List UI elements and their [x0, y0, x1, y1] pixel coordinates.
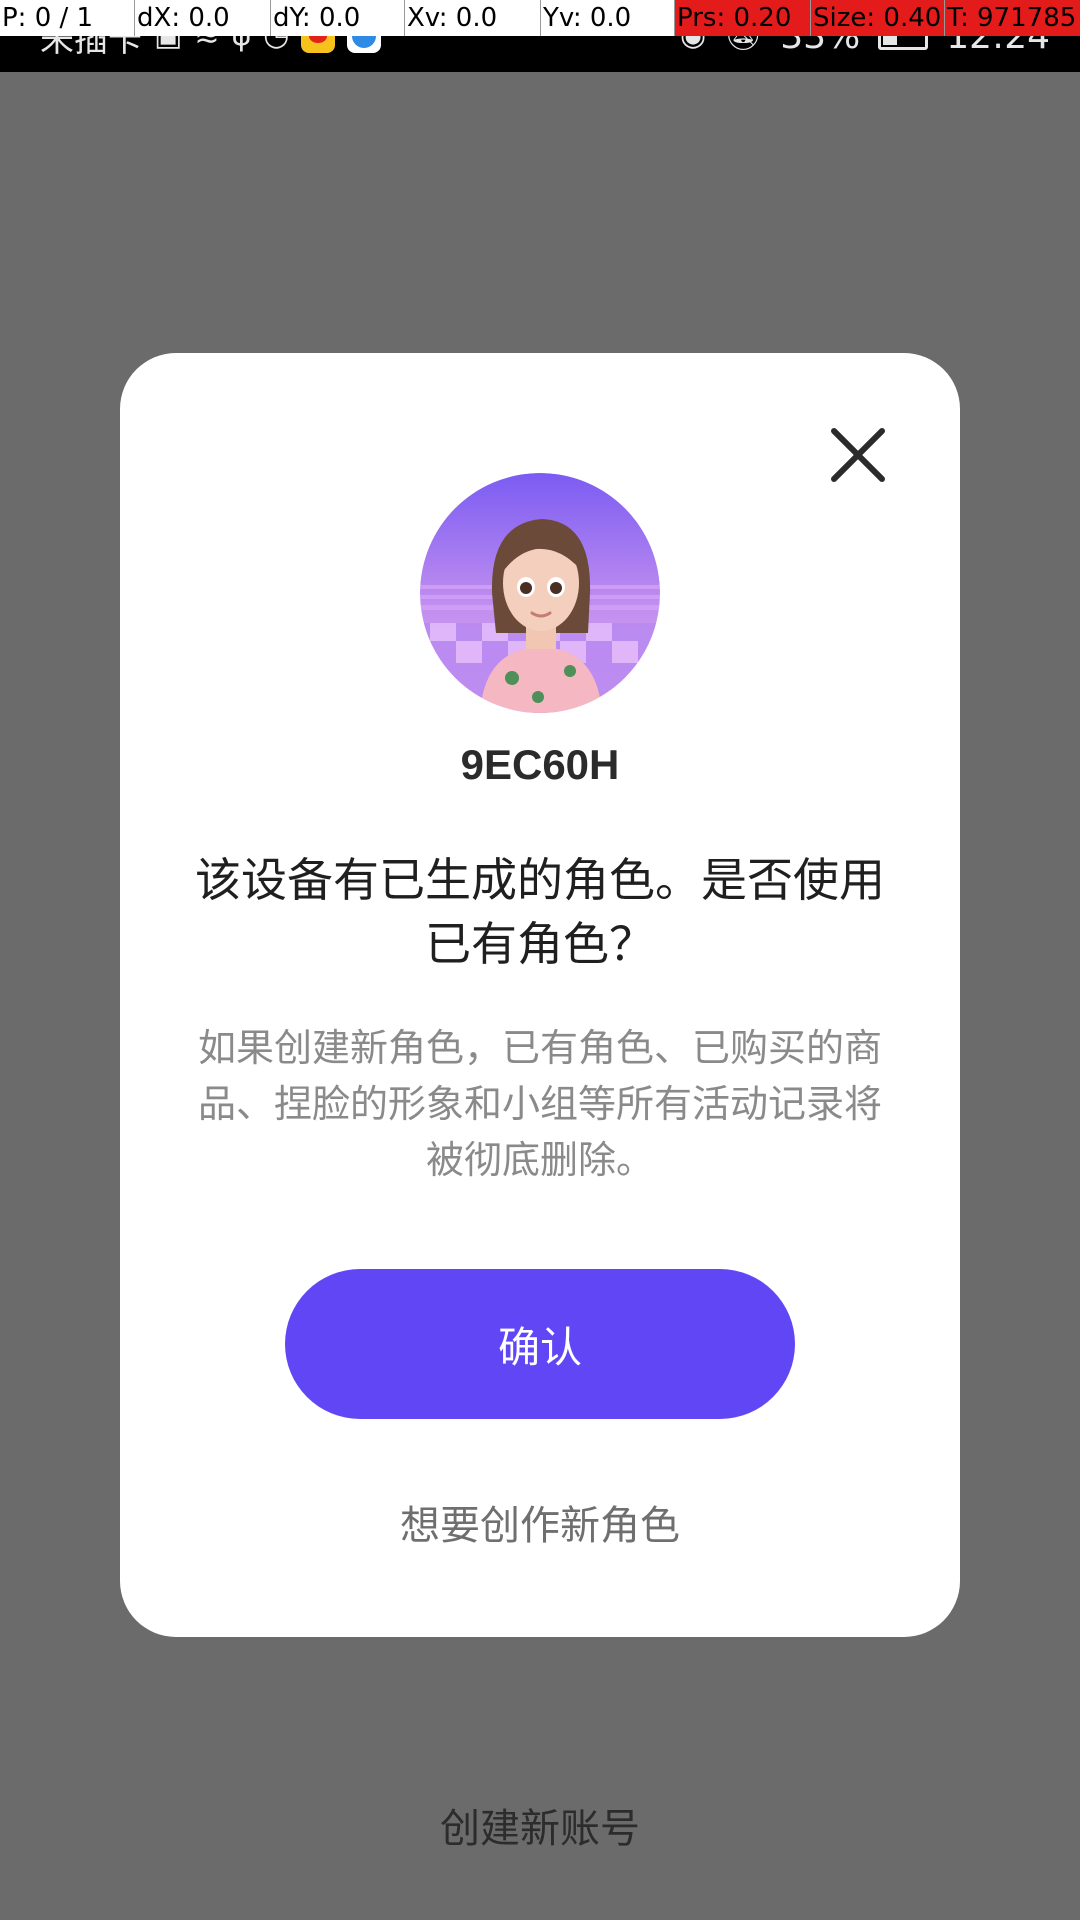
username: 9EC60H	[460, 741, 620, 788]
avatar	[420, 473, 660, 713]
dialog-description: 如果创建新角色，已有角色、已购买的商品、捏脸的形象和小组等所有活动记录将被彻底删…	[197, 1026, 882, 1182]
avatar-image	[420, 473, 660, 713]
create-new-account-link[interactable]: 创建新账号	[0, 1796, 1080, 1854]
debug-pressure: Prs: 0.20	[674, 0, 810, 36]
debug-size: Size: 0.40	[810, 0, 944, 36]
debug-pointer-count: P: 0 / 1	[0, 0, 134, 36]
close-icon	[831, 428, 885, 482]
close-button[interactable]	[818, 415, 898, 495]
create-new-role-link[interactable]: 想要创作新角色	[120, 1493, 960, 1551]
debug-time: T: 971785	[944, 0, 1080, 36]
debug-yv: Yv: 0.0	[540, 0, 674, 36]
pointer-debug-overlay: P: 0 / 1 dX: 0.0 dY: 0.0 Xv: 0.0 Yv: 0.0…	[0, 0, 1080, 36]
dialog-title: 该设备有已生成的角色。是否使用已有角色？	[195, 853, 885, 971]
debug-dy: dY: 0.0	[270, 0, 404, 36]
debug-dx: dX: 0.0	[134, 0, 270, 36]
debug-xv: Xv: 0.0	[404, 0, 540, 36]
confirm-button[interactable]: 确认	[285, 1269, 795, 1419]
existing-role-dialog: 9EC60H 该设备有已生成的角色。是否使用已有角色？ 如果创建新角色，已有角色…	[120, 353, 960, 1637]
